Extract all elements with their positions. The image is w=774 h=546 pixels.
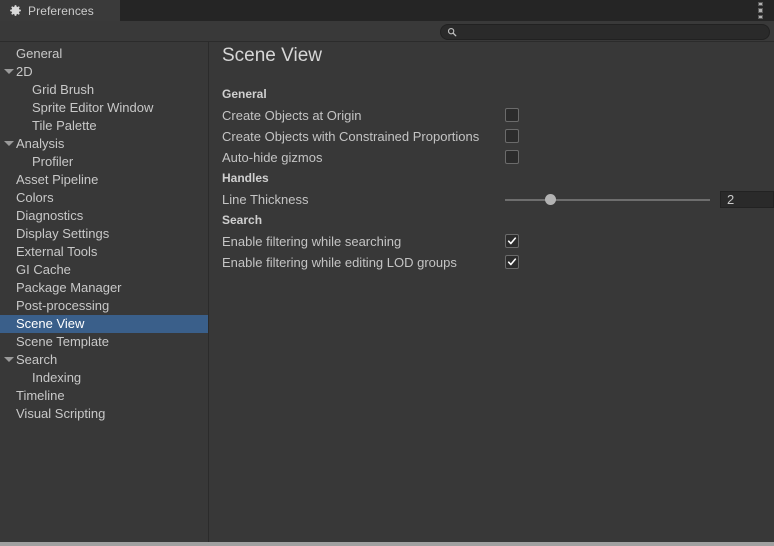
setting-row: Create Objects at Origin — [210, 105, 774, 126]
sidebar-item-label: Grid Brush — [32, 82, 95, 97]
sidebar-item-gi-cache[interactable]: GI Cache — [0, 261, 208, 279]
toolbar — [0, 21, 774, 42]
sidebar-item-label: 2D — [16, 64, 33, 79]
sidebar-item-label: Indexing — [32, 370, 82, 385]
check-icon — [507, 237, 517, 245]
sidebar-item-search[interactable]: Search — [0, 351, 208, 369]
checkbox[interactable] — [505, 129, 519, 143]
slider-knob[interactable] — [544, 194, 556, 205]
settings-tree: General 2D Grid Brush Sprite Editor Window T… — [0, 42, 208, 423]
sidebar-item-label: Post-processing — [16, 298, 110, 313]
setting-row: Enable filtering while editing LOD group… — [210, 252, 774, 273]
sidebar-item-label: GI Cache — [16, 262, 71, 277]
search-field[interactable] — [440, 24, 770, 40]
sidebar-item-label: Visual Scripting — [16, 406, 106, 421]
tab-label: Preferences — [28, 3, 94, 18]
sidebar-item-label: Analysis — [16, 136, 65, 151]
check-icon — [507, 258, 517, 266]
sidebar-item-label: Colors — [16, 190, 54, 205]
sidebar-item-2d[interactable]: 2D — [0, 63, 208, 81]
sidebar-item-package-manager[interactable]: Package Manager — [0, 279, 208, 297]
setting-label: Create Objects at Origin — [222, 108, 362, 123]
sidebar-item-tile-palette[interactable]: Tile Palette — [0, 117, 208, 135]
kebab-dot — [757, 14, 763, 19]
sidebar-item-external-tools[interactable]: External Tools — [0, 243, 208, 261]
sidebar-item-label: Profiler — [32, 154, 74, 169]
kebab-dot — [757, 8, 763, 13]
sidebar-item-visual-scripting[interactable]: Visual Scripting — [0, 405, 208, 423]
sidebar-item-indexing[interactable]: Indexing — [0, 369, 208, 387]
setting-row: Create Objects with Constrained Proporti… — [210, 126, 774, 147]
sidebar-item-grid-brush[interactable]: Grid Brush — [0, 81, 208, 99]
setting-label: Enable filtering while editing LOD group… — [222, 255, 457, 270]
title-bar: Preferences — [0, 0, 774, 21]
slider-track[interactable] — [505, 199, 710, 201]
setting-row: Enable filtering while searching — [210, 231, 774, 252]
sidebar-item-diagnostics[interactable]: Diagnostics — [0, 207, 208, 225]
tab-preferences[interactable]: Preferences — [0, 0, 120, 21]
section-header: Handles — [222, 171, 269, 185]
gear-icon — [10, 5, 21, 16]
setting-label: Auto-hide gizmos — [222, 150, 323, 165]
sidebar-item-colors[interactable]: Colors — [0, 189, 208, 207]
sidebar-item-label: Package Manager — [16, 280, 122, 295]
sidebar-item-label: Display Settings — [16, 226, 110, 241]
settings-sidebar[interactable]: General 2D Grid Brush Sprite Editor Window T… — [0, 42, 209, 542]
sidebar-item-asset-pipeline[interactable]: Asset Pipeline — [0, 171, 208, 189]
sidebar-item-label: Timeline — [16, 388, 65, 403]
section-header: General — [222, 87, 267, 101]
sidebar-item-label: Diagnostics — [16, 208, 84, 223]
kebab-dot — [757, 2, 763, 7]
setting-row: Auto-hide gizmos — [210, 147, 774, 168]
slider[interactable] — [503, 189, 716, 210]
page-title: Scene View — [222, 45, 322, 66]
setting-label: Enable filtering while searching — [222, 234, 402, 249]
body-split: General 2D Grid Brush Sprite Editor Window T… — [0, 42, 774, 542]
checkbox[interactable] — [505, 234, 519, 248]
checkbox[interactable] — [505, 255, 519, 269]
sidebar-item-scene-view[interactable]: Scene View — [0, 315, 208, 333]
sidebar-item-profiler[interactable]: Profiler — [0, 153, 208, 171]
sidebar-item-label: Tile Palette — [32, 118, 97, 133]
setting-row: Line Thickness 2 — [210, 189, 774, 210]
sidebar-item-post-processing[interactable]: Post-processing — [0, 297, 208, 315]
chevron-down-icon[interactable] — [4, 69, 14, 74]
setting-label: Create Objects with Constrained Proporti… — [222, 129, 480, 144]
section-header: Search — [222, 213, 263, 227]
sidebar-item-scene-template[interactable]: Scene Template — [0, 333, 208, 351]
settings-content-panel: Scene View General Create Objects at Orig… — [210, 42, 774, 542]
settings-list: General Create Objects at Origin Create Ob… — [210, 84, 774, 273]
search-icon — [447, 27, 457, 37]
sidebar-item-general[interactable]: General — [0, 45, 208, 63]
search-input[interactable] — [457, 25, 769, 39]
checkbox[interactable] — [505, 150, 519, 164]
chevron-down-icon[interactable] — [4, 141, 14, 146]
setting-label: Line Thickness — [222, 192, 309, 207]
preferences-window: Preferences General 2D Grid Brush Sprite Ed… — [0, 0, 774, 546]
checkbox[interactable] — [505, 108, 519, 122]
sidebar-item-display-settings[interactable]: Display Settings — [0, 225, 208, 243]
sidebar-item-label: Search — [16, 352, 58, 367]
chevron-down-icon[interactable] — [4, 357, 14, 362]
slider-value-field[interactable]: 2 — [720, 191, 774, 208]
sidebar-item-label: External Tools — [16, 244, 98, 259]
sidebar-item-label: Scene View — [16, 316, 85, 331]
sidebar-item-label: Sprite Editor Window — [32, 100, 154, 115]
sidebar-item-label: Asset Pipeline — [16, 172, 99, 187]
sidebar-item-analysis[interactable]: Analysis — [0, 135, 208, 153]
sidebar-item-label: General — [16, 46, 63, 61]
sidebar-item-sprite-editor-window[interactable]: Sprite Editor Window — [0, 99, 208, 117]
kebab-menu-icon[interactable] — [753, 2, 767, 19]
sidebar-item-label: Scene Template — [16, 334, 109, 349]
sidebar-item-timeline[interactable]: Timeline — [0, 387, 208, 405]
bottom-bar — [0, 542, 774, 546]
